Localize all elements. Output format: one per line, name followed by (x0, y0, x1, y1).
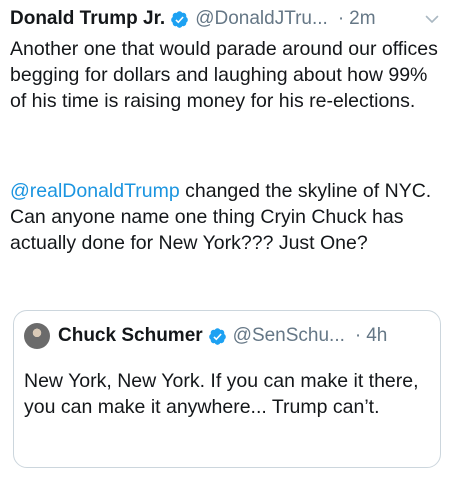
quoted-author-name[interactable]: Chuck Schumer (58, 325, 203, 347)
verified-badge-icon (170, 10, 189, 29)
mention-link[interactable]: @realDonaldTrump (10, 180, 180, 202)
verified-badge-icon (208, 327, 227, 346)
separator-dot: · (337, 8, 345, 29)
quoted-tweet-timestamp[interactable]: 4h (366, 325, 387, 347)
tweet-paragraph-2: @realDonaldTrump changed the skyline of … (10, 178, 440, 256)
quoted-author-handle[interactable]: @SenSchu... (233, 325, 345, 347)
author-name[interactable]: Donald Trump Jr. (10, 8, 165, 30)
tweet-header: Donald Trump Jr. @DonaldJTru... · 2m (10, 6, 440, 32)
tweet-timestamp[interactable]: 2m (349, 8, 375, 30)
tweet-paragraph-1: Another one that would parade around our… (10, 38, 438, 112)
tweet-body: Another one that would parade around our… (10, 36, 440, 114)
avatar[interactable] (24, 323, 50, 349)
quoted-tweet-card[interactable]: Chuck Schumer @SenSchu... · 4h New York,… (13, 310, 441, 468)
author-handle[interactable]: @DonaldJTru... (195, 8, 328, 30)
tweet-card[interactable]: Donald Trump Jr. @DonaldJTru... · 2m Ano… (0, 0, 449, 479)
quoted-tweet-text: New York, New York. If you can make it t… (24, 370, 419, 418)
quoted-tweet-header: Chuck Schumer @SenSchu... · 4h (24, 323, 434, 349)
chevron-down-icon[interactable] (424, 11, 440, 27)
separator-dot: · (354, 325, 362, 346)
